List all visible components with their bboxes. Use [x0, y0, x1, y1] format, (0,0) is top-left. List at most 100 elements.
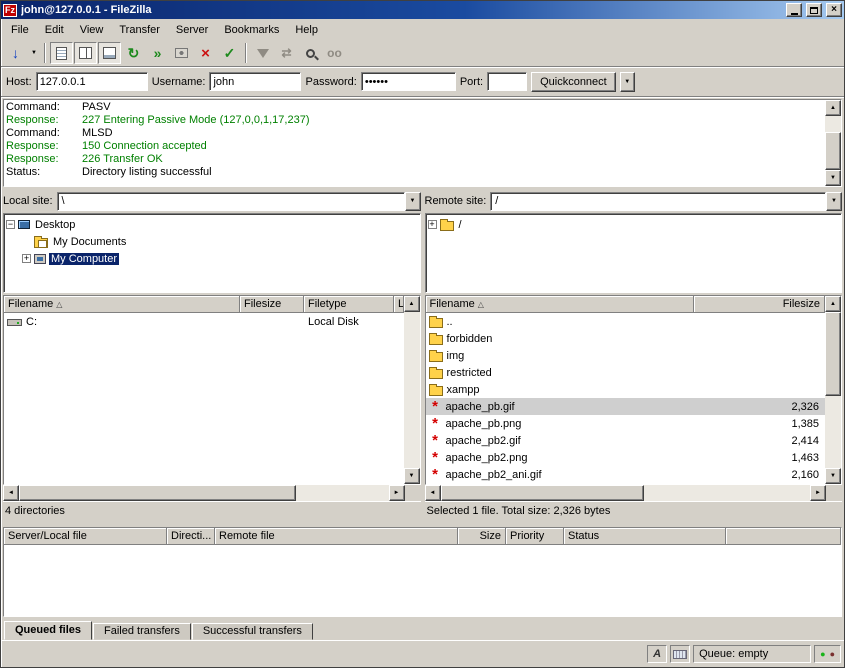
password-input[interactable] [361, 72, 456, 91]
scroll-right-button[interactable]: ► [389, 485, 405, 501]
column-header-filesize[interactable]: Filesize [240, 296, 304, 313]
remote-site-combo[interactable]: / ▼ [490, 192, 842, 211]
file-row[interactable]: xampp [426, 381, 826, 398]
minimize-button[interactable] [786, 3, 802, 17]
column-header-status[interactable]: Status [564, 528, 726, 545]
remote-site-value[interactable]: / [490, 192, 826, 211]
disconnect-button[interactable]: ✓ [218, 42, 241, 64]
column-header-filesize[interactable]: Filesize [694, 296, 826, 313]
log-vertical-scrollbar[interactable]: ▲ ▼ [825, 100, 841, 186]
column-header-filename[interactable]: Filename△ [426, 296, 694, 313]
collapse-icon[interactable]: − [6, 220, 15, 229]
tab-queued-files[interactable]: Queued files [4, 621, 92, 640]
scroll-up-button[interactable]: ▲ [404, 296, 420, 312]
scroll-up-button[interactable]: ▲ [825, 296, 841, 312]
menu-view[interactable]: View [72, 21, 112, 39]
scroll-down-button[interactable]: ▼ [404, 468, 420, 484]
remote-site-row: Remote site: / ▼ [425, 191, 843, 211]
scroll-down-button[interactable]: ▼ [825, 170, 841, 186]
transfer-type-indicator[interactable]: A [647, 645, 667, 663]
scrollbar-thumb[interactable] [19, 485, 296, 501]
find-button[interactable]: oo [323, 42, 346, 64]
menu-bookmarks[interactable]: Bookmarks [216, 21, 287, 39]
column-header-priority[interactable]: Priority [506, 528, 564, 545]
local-vertical-scrollbar[interactable]: ▲ ▼ [404, 296, 420, 484]
title-bar[interactable]: Fz john@127.0.0.1 - FileZilla × [1, 1, 844, 19]
column-header-filetype[interactable]: Filetype [304, 296, 394, 313]
column-header-size[interactable]: Size [458, 528, 506, 545]
tab-failed-transfers[interactable]: Failed transfers [93, 623, 191, 640]
port-input[interactable] [487, 72, 527, 91]
scroll-up-icon: ▲ [830, 301, 836, 307]
site-manager-dropdown[interactable]: ▼ [28, 42, 40, 64]
cancel-button[interactable]: × [194, 42, 217, 64]
scroll-down-button[interactable]: ▼ [825, 468, 841, 484]
remote-vertical-scrollbar[interactable]: ▲ ▼ [825, 296, 841, 484]
host-input[interactable] [36, 72, 148, 91]
column-header-server-local-file[interactable]: Server/Local file [4, 528, 167, 545]
scroll-left-button[interactable]: ◄ [3, 485, 19, 501]
local-horizontal-scrollbar[interactable]: ◄ ► [3, 485, 421, 501]
tab-successful-transfers[interactable]: Successful transfers [192, 623, 313, 640]
menu-transfer[interactable]: Transfer [111, 21, 168, 39]
menu-file[interactable]: File [3, 21, 37, 39]
column-header-lastmodified[interactable]: L [394, 296, 404, 313]
close-button[interactable]: × [826, 3, 842, 17]
scrollbar-thumb[interactable] [441, 485, 644, 501]
file-row[interactable]: *apache_pb.png1,385 [426, 415, 826, 432]
file-row[interactable]: *apache_pb2.png1,463 [426, 449, 826, 466]
remote-site-dropdown[interactable]: ▼ [826, 192, 842, 211]
file-row[interactable]: restricted [426, 364, 826, 381]
toggle-tree-view-button[interactable] [74, 42, 97, 64]
local-site-dropdown[interactable]: ▼ [405, 192, 421, 211]
toggle-queue-view-button[interactable] [98, 42, 121, 64]
username-input[interactable] [209, 72, 301, 91]
expand-icon[interactable]: + [428, 220, 437, 229]
file-row[interactable]: forbidden [426, 330, 826, 347]
file-row[interactable]: *apache_pb2.gif2,414 [426, 432, 826, 449]
message-log-content: Command:PASV Response:227 Entering Passi… [4, 100, 825, 186]
tree-item-desktop[interactable]: − Desktop [6, 216, 418, 233]
input-mode-indicator[interactable] [670, 645, 690, 663]
menu-help[interactable]: Help [287, 21, 326, 39]
column-header-direction[interactable]: Directi... [167, 528, 215, 545]
column-header-remote-file[interactable]: Remote file [215, 528, 458, 545]
file-row[interactable]: .. [426, 313, 826, 330]
remote-horizontal-scrollbar[interactable]: ◄ ► [425, 485, 843, 501]
maximize-button[interactable] [806, 3, 822, 17]
tree-item-my-documents[interactable]: My Documents [6, 233, 418, 250]
search-button[interactable] [299, 42, 322, 64]
scrollbar-track[interactable] [825, 116, 841, 170]
site-manager-button[interactable]: ↓ [4, 42, 27, 64]
menu-edit[interactable]: Edit [37, 21, 72, 39]
quickconnect-button[interactable]: Quickconnect [531, 72, 616, 92]
scrollbar-thumb[interactable] [825, 132, 841, 170]
process-queue-button[interactable]: » [146, 42, 169, 64]
scroll-right-button[interactable]: ► [810, 485, 826, 501]
scrollbar-track[interactable] [825, 312, 841, 468]
quickconnect-dropdown[interactable]: ▼ [620, 72, 635, 92]
scroll-up-button[interactable]: ▲ [825, 100, 841, 116]
toggle-message-log-button[interactable] [50, 42, 73, 64]
scrollbar-track[interactable] [441, 485, 811, 501]
refresh-button[interactable]: ↻ [122, 42, 145, 64]
file-row[interactable]: img [426, 347, 826, 364]
tree-item-my-computer[interactable]: + My Computer [6, 250, 418, 267]
scrollbar-thumb[interactable] [825, 312, 841, 396]
file-row[interactable]: *apache_pb2_ani.gif2,160 [426, 466, 826, 483]
file-row-selected[interactable]: *apache_pb.gif2,326 [426, 398, 826, 415]
expand-icon[interactable]: + [22, 254, 31, 263]
local-site-combo[interactable]: \ ▼ [57, 192, 421, 211]
compare-button[interactable]: ⇄ [275, 42, 298, 64]
local-site-value[interactable]: \ [57, 192, 405, 211]
file-row-c-drive[interactable]: C: Local Disk [4, 313, 404, 330]
column-header-filename[interactable]: Filename△ [4, 296, 240, 313]
queue-body[interactable] [4, 545, 841, 616]
scroll-left-button[interactable]: ◄ [425, 485, 441, 501]
tree-item-root[interactable]: + / [428, 216, 840, 233]
scrollbar-track[interactable] [19, 485, 389, 501]
menu-server[interactable]: Server [168, 21, 216, 39]
filter-button[interactable] [251, 42, 274, 64]
scrollbar-track[interactable] [404, 312, 420, 468]
snapshot-button[interactable] [170, 42, 193, 64]
